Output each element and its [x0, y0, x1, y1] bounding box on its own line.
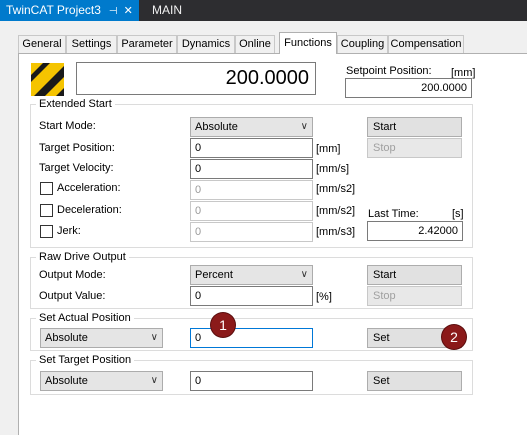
jerk-field[interactable]: 0	[190, 222, 313, 242]
doc-tab-twincat-project3[interactable]: TwinCAT Project3 ⊣ ✕	[0, 0, 139, 21]
raw-drive-output-title: Raw Drive Output	[36, 251, 129, 264]
extended-start-title: Extended Start	[36, 98, 115, 111]
output-value-label: Output Value:	[39, 290, 106, 302]
axis-tab-strip: General Settings Parameter Dynamics Onli…	[0, 21, 527, 54]
set-target-position-button[interactable]: Set	[367, 371, 462, 391]
acceleration-label: Acceleration:	[57, 182, 121, 194]
set-target-position-field[interactable]: 0	[190, 371, 313, 391]
set-actual-position-field[interactable]: 0	[190, 328, 313, 348]
set-actual-mode-value: Absolute	[45, 332, 88, 344]
tab-general[interactable]: General	[18, 35, 66, 54]
acceleration-unit: [mm/s2]	[316, 183, 356, 195]
motor-status-icon	[31, 63, 64, 96]
stop-button[interactable]: Stop	[367, 138, 462, 158]
setpoint-position-label: Setpoint Position:	[346, 65, 432, 77]
set-target-mode-select[interactable]: Absolute ∨	[40, 371, 163, 391]
setpoint-position-field: 200.0000	[345, 78, 472, 98]
target-velocity-field[interactable]: 0	[190, 159, 313, 179]
start-mode-value: Absolute	[195, 121, 238, 133]
deceleration-checkbox[interactable]	[40, 204, 53, 217]
acceleration-field[interactable]: 0	[190, 180, 313, 200]
set-actual-mode-select[interactable]: Absolute ∨	[40, 328, 163, 348]
start-button[interactable]: Start	[367, 117, 462, 137]
acceleration-checkbox[interactable]	[40, 182, 53, 195]
start-mode-select[interactable]: Absolute ∨	[190, 117, 313, 137]
output-value-field[interactable]: 0	[190, 286, 313, 306]
tab-functions[interactable]: Functions	[279, 32, 337, 54]
output-mode-label: Output Mode:	[39, 269, 106, 281]
doc-tab-label: MAIN	[152, 3, 182, 17]
chevron-down-icon: ∨	[150, 332, 158, 343]
output-mode-select[interactable]: Percent ∨	[190, 265, 313, 285]
target-position-label: Target Position:	[39, 142, 115, 154]
annotation-marker-1: 1	[211, 313, 235, 337]
chevron-down-icon: ∨	[150, 375, 158, 386]
target-velocity-label: Target Velocity:	[39, 162, 114, 174]
output-stop-button[interactable]: Stop	[367, 286, 462, 306]
chevron-down-icon: ∨	[300, 269, 308, 280]
last-time-field: 2.42000	[367, 221, 463, 241]
last-time-unit: [s]	[452, 208, 464, 220]
doc-tab-label: TwinCAT Project3	[6, 3, 101, 17]
chevron-down-icon: ∨	[300, 121, 308, 132]
jerk-label: Jerk:	[57, 225, 81, 237]
actual-position-display: 200.0000	[76, 62, 316, 95]
tab-settings[interactable]: Settings	[66, 35, 117, 54]
output-unit: [%]	[316, 291, 332, 303]
annotation-marker-2: 2	[442, 325, 466, 349]
target-position-unit: [mm]	[316, 143, 341, 155]
jerk-unit: [mm/s3]	[316, 226, 356, 238]
deceleration-label: Deceleration:	[57, 204, 122, 216]
tab-dynamics[interactable]: Dynamics	[177, 35, 235, 54]
set-target-mode-value: Absolute	[45, 375, 88, 387]
last-time-label: Last Time:	[368, 208, 419, 220]
doc-tab-main[interactable]: MAIN	[146, 0, 188, 21]
target-velocity-unit: [mm/s]	[316, 163, 349, 175]
set-actual-position-title: Set Actual Position	[36, 312, 134, 325]
deceleration-field[interactable]: 0	[190, 201, 313, 221]
start-mode-label: Start Mode:	[39, 120, 96, 132]
tab-parameter[interactable]: Parameter	[117, 35, 177, 54]
deceleration-unit: [mm/s2]	[316, 205, 356, 217]
output-start-button[interactable]: Start	[367, 265, 462, 285]
tab-compensation[interactable]: Compensation	[388, 35, 464, 54]
close-icon[interactable]: ✕	[124, 1, 133, 22]
document-tab-bar: TwinCAT Project3 ⊣ ✕ MAIN	[0, 0, 527, 21]
tab-online[interactable]: Online	[235, 35, 275, 54]
jerk-checkbox[interactable]	[40, 225, 53, 238]
tab-coupling[interactable]: Coupling	[337, 35, 388, 54]
target-position-field[interactable]: 0	[190, 138, 313, 158]
pin-icon[interactable]: ⊣	[109, 1, 118, 22]
set-target-position-title: Set Target Position	[36, 354, 135, 367]
output-mode-value: Percent	[195, 269, 233, 281]
